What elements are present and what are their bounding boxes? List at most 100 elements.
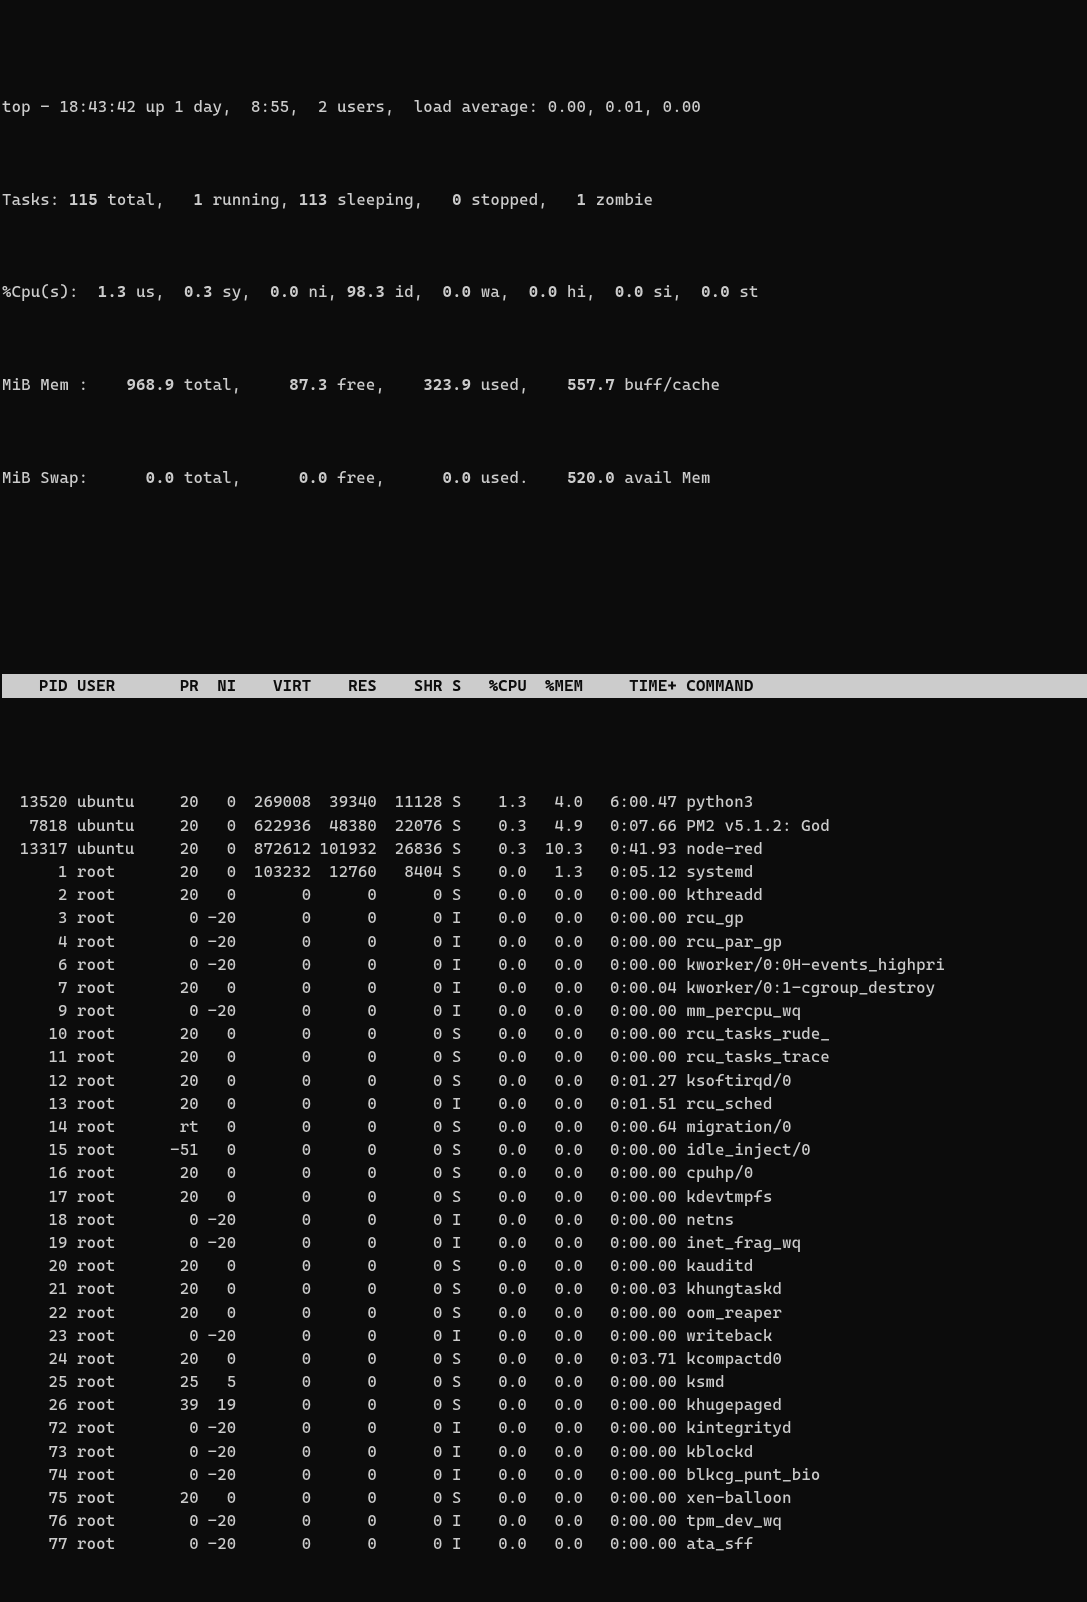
process-row[interactable]: 7root200000I0.00.00:00.04kworker/0:1-cgr… [2,976,1087,999]
cell-ni: -20 [199,999,237,1022]
col-virt[interactable]: VIRT [236,674,311,697]
cell-pr: 20 [161,790,199,813]
process-row[interactable]: 10root200000S0.00.00:00.00rcu_tasks_rude… [2,1022,1087,1045]
tasks-total: 115 [69,190,107,209]
cell-res: 0 [311,1486,377,1509]
col-shr[interactable]: SHR [377,674,443,697]
process-row[interactable]: 13root200000I0.00.00:01.51rcu_sched [2,1092,1087,1115]
cell-ni: 0 [199,1138,237,1161]
col-pr[interactable]: PR [161,674,199,697]
process-row[interactable]: 22root200000S0.00.00:00.00oom_reaper [2,1301,1087,1324]
cell-cpu: 0.0 [471,1092,527,1115]
cpu-sy-lbl: sy, [222,282,270,301]
process-row[interactable]: 75root200000S0.00.00:00.00xen-balloon [2,1486,1087,1509]
cell-pr: 39 [161,1393,199,1416]
cell-virt: 0 [236,1092,311,1115]
col-ni[interactable]: NI [199,674,237,697]
cell-pid: 76 [2,1509,68,1532]
process-row[interactable]: 21root200000S0.00.00:00.03khungtaskd [2,1277,1087,1300]
tasks-running: 1 [194,190,213,209]
cell-user: root [77,883,161,906]
process-row[interactable]: 2root200000S0.00.00:00.00kthreadd [2,883,1087,906]
process-row[interactable]: 20root200000S0.00.00:00.00kauditd [2,1254,1087,1277]
process-row[interactable]: 77root0-20000I0.00.00:00.00ata_sff [2,1532,1087,1555]
cell-cpu: 0.0 [471,1416,527,1439]
col-cpu[interactable]: %CPU [471,674,527,697]
process-row[interactable]: 72root0-20000I0.00.00:00.00kintegrityd [2,1416,1087,1439]
process-row[interactable]: 15root-510000S0.00.00:00.00idle_inject/0 [2,1138,1087,1161]
cell-user: root [77,1393,161,1416]
col-res[interactable]: RES [311,674,377,697]
process-row[interactable]: 74root0-20000I0.00.00:00.00blkcg_punt_bi… [2,1463,1087,1486]
process-row[interactable]: 13520ubuntu2002690083934011128S1.34.06:0… [2,790,1087,813]
cell-mem: 10.3 [527,837,583,860]
process-row[interactable]: 19root0-20000I0.00.00:00.00inet_frag_wq [2,1231,1087,1254]
cell-time: 0:05.12 [583,860,677,883]
process-row[interactable]: 17root200000S0.00.00:00.00kdevtmpfs [2,1185,1087,1208]
process-row[interactable]: 26root3919000S0.00.00:00.00khugepaged [2,1393,1087,1416]
process-row[interactable]: 11root200000S0.00.00:00.00rcu_tasks_trac… [2,1045,1087,1068]
col-s[interactable]: S [452,674,471,697]
cell-user: root [77,1231,161,1254]
cell-cpu: 0.0 [471,1324,527,1347]
cell-time: 0:00.00 [583,1301,677,1324]
process-list[interactable]: 13520ubuntu2002690083934011128S1.34.06:0… [2,790,1087,1555]
cell-res: 0 [311,1138,377,1161]
cell-mem: 0.0 [527,1045,583,1068]
col-time[interactable]: TIME+ [583,674,677,697]
cell-user: ubuntu [77,790,161,813]
cell-cmd: tpm_dev_wq [677,1509,782,1532]
process-row[interactable]: 14rootrt0000S0.00.00:00.64migration/0 [2,1115,1087,1138]
process-row[interactable]: 16root200000S0.00.00:00.00cpuhp/0 [2,1161,1087,1184]
swap-avail: 520.0 [567,468,624,487]
process-row[interactable]: 23root0-20000I0.00.00:00.00writeback [2,1324,1087,1347]
cell-cpu: 0.0 [471,1254,527,1277]
process-row[interactable]: 1root200103232127608404S0.01.30:05.12sys… [2,860,1087,883]
cell-user: ubuntu [77,837,161,860]
cell-pr: 0 [161,1208,199,1231]
terminal[interactable]: top - 18:43:42 up 1 day, 8:55, 2 users, … [0,0,1087,1602]
cell-pr: 25 [161,1370,199,1393]
process-row[interactable]: 7818ubuntu2006229364838022076S0.34.90:07… [2,814,1087,837]
cell-virt: 0 [236,1301,311,1324]
cell-s: S [452,1115,471,1138]
process-row[interactable]: 13317ubuntu20087261210193226836S0.310.30… [2,837,1087,860]
cell-mem: 4.9 [527,814,583,837]
process-row[interactable]: 9root0-20000I0.00.00:00.00mm_percpu_wq [2,999,1087,1022]
process-row[interactable]: 73root0-20000I0.00.00:00.00kblockd [2,1440,1087,1463]
cell-res: 0 [311,883,377,906]
cell-pr: 20 [161,976,199,999]
process-row[interactable]: 12root200000S0.00.00:01.27ksoftirqd/0 [2,1069,1087,1092]
cell-cpu: 0.0 [471,1277,527,1300]
cell-cpu: 0.0 [471,1532,527,1555]
process-row[interactable]: 76root0-20000I0.00.00:00.00tpm_dev_wq [2,1509,1087,1532]
cpu-st-lbl: st [739,282,758,301]
cell-cmd: node-red [677,837,763,860]
cell-cmd: migration/0 [677,1115,792,1138]
process-row[interactable]: 3root0-20000I0.00.00:00.00rcu_gp [2,906,1087,929]
cell-ni: 0 [199,1254,237,1277]
process-row[interactable]: 4root0-20000I0.00.00:00.00rcu_par_gp [2,930,1087,953]
process-row[interactable]: 24root200000S0.00.00:03.71kcompactd0 [2,1347,1087,1370]
process-row[interactable]: 25root255000S0.00.00:00.00ksmd [2,1370,1087,1393]
cell-mem: 0.0 [527,1486,583,1509]
process-row[interactable]: 6root0-20000I0.00.00:00.00kworker/0:0H-e… [2,953,1087,976]
cell-pid: 26 [2,1393,68,1416]
column-header-row[interactable]: PID USERPRNIVIRTRESSHR S%CPU%MEMTIME+COMMA… [2,674,1087,697]
cpu-sy: 0.3 [184,282,222,301]
cpu-si: 0.0 [615,282,653,301]
cell-time: 0:00.00 [583,1416,677,1439]
cell-time: 0:00.00 [583,1208,677,1231]
process-row[interactable]: 18root0-20000I0.00.00:00.00netns [2,1208,1087,1231]
cell-user: root [77,1022,161,1045]
col-cmd[interactable]: COMMAND [677,674,753,697]
cell-s: S [452,814,471,837]
col-mem[interactable]: %MEM [527,674,583,697]
col-pid[interactable]: PID [2,674,68,697]
cell-s: S [452,1069,471,1092]
cell-user: root [77,1440,161,1463]
col-user[interactable]: USER [77,674,161,697]
mem-free-lbl: free, [337,375,423,394]
cell-mem: 0.0 [527,1416,583,1439]
cell-res: 0 [311,1231,377,1254]
